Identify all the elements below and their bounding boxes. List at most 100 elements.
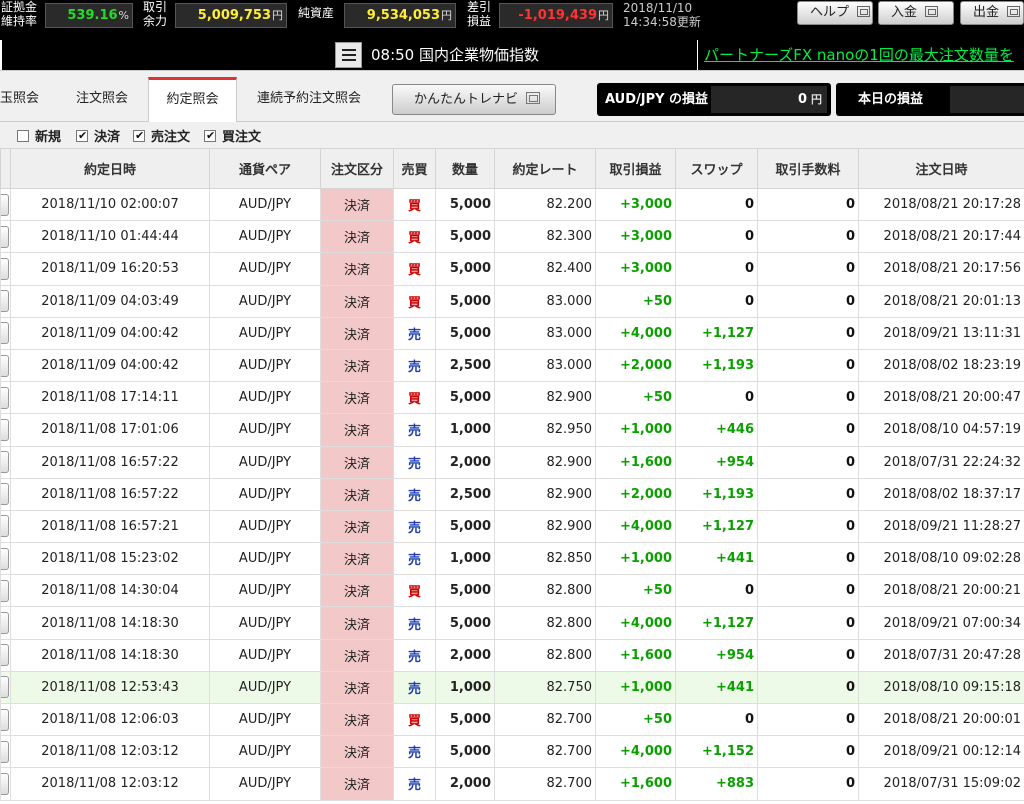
table-row[interactable]: 2018/11/08 17:14:11 AUD/JPY 決済買 5,000 82.900… — [0, 381, 1024, 415]
tab-executions[interactable]: 約定照会 — [148, 77, 237, 122]
row-detail-button[interactable] — [1, 740, 9, 763]
checkbox-sell-order[interactable] — [133, 128, 145, 144]
col-order-time[interactable]: 注文日時 — [858, 148, 1024, 189]
col-fee[interactable]: 取引手数料 — [757, 148, 859, 189]
table-row[interactable]: 2018/11/08 12:03:12 AUD/JPY 決済売 5,000 82.700… — [0, 735, 1024, 769]
table-row[interactable]: 2018/11/08 12:53:43 AUD/JPY 決済売 1,000 82.750… — [0, 670, 1024, 705]
filter-new[interactable]: 新規 — [17, 130, 61, 146]
filter-sell-order[interactable]: 売注文 — [133, 128, 190, 146]
pnl-cell: +1,000 — [595, 670, 676, 705]
row-detail-button[interactable] — [1, 418, 9, 441]
row-detail-button[interactable] — [1, 547, 9, 570]
rate-cell: 82.700 — [494, 767, 596, 801]
table-row[interactable]: 2018/11/08 16:57:22 AUD/JPY 決済売 2,000 82.900… — [0, 445, 1024, 479]
row-detail-button[interactable] — [1, 257, 9, 280]
order-time-cell: 2018/08/10 09:02:28 — [858, 542, 1024, 576]
row-detail-button[interactable] — [1, 193, 9, 216]
table-row[interactable]: 2018/11/08 14:18:30 AUD/JPY 決済売 5,000 82.800… — [0, 606, 1024, 640]
col-swap[interactable]: スワップ — [675, 148, 758, 189]
exec-time-cell: 2018/11/09 04:00:42 — [10, 348, 210, 383]
pair-cell: AUD/JPY — [209, 735, 321, 769]
side-cell: 買 — [393, 284, 436, 318]
table-row[interactable]: 2018/11/08 12:06:03 AUD/JPY 決済買 5,000 82.700… — [0, 702, 1024, 737]
order-time-cell: 2018/09/21 13:11:31 — [858, 316, 1024, 350]
table-row[interactable]: 2018/11/09 04:00:42 AUD/JPY 決済売 5,000 83.000… — [0, 316, 1024, 350]
table-row[interactable]: 2018/11/10 01:44:44 AUD/JPY 決済買 5,000 82.300… — [0, 220, 1024, 254]
pair-pnl-unit: 円 — [811, 93, 822, 106]
col-quantity[interactable]: 数量 — [435, 148, 495, 189]
col-rate[interactable]: 約定レート — [494, 148, 596, 189]
help-button[interactable]: ヘルプ — [797, 1, 873, 25]
swap-cell: 0 — [675, 284, 758, 318]
checkbox-buy-order[interactable] — [204, 128, 216, 144]
quantity-cell: 5,000 — [435, 220, 495, 254]
pnl-cell: +4,000 — [595, 735, 676, 769]
easy-trade-navi-button[interactable]: かんたんトレナビ — [392, 84, 556, 115]
pnl-cell: +50 — [595, 574, 676, 608]
row-detail-button[interactable] — [1, 322, 9, 345]
deposit-button[interactable]: 入金 — [878, 1, 954, 25]
table-row[interactable]: 2018/11/08 14:18:30 AUD/JPY 決済売 2,000 82.800… — [0, 638, 1024, 672]
exec-time-cell: 2018/11/08 16:57:21 — [10, 509, 210, 544]
news-list-button[interactable] — [335, 42, 362, 68]
quantity-cell: 2,500 — [435, 348, 495, 383]
table-row[interactable]: 2018/11/08 16:57:21 AUD/JPY 決済売 5,000 82.900… — [0, 509, 1024, 544]
quantity-cell: 2,500 — [435, 477, 495, 511]
rate-cell: 82.800 — [494, 606, 596, 640]
order-kind-cell: 決済 — [320, 542, 394, 576]
filter-settlement[interactable]: 決済 — [76, 128, 120, 146]
side-cell: 買 — [393, 187, 436, 222]
col-side[interactable]: 売買 — [393, 148, 436, 189]
news-headline[interactable]: 08:50 国内企業物価指数 — [371, 40, 539, 70]
row-detail-button[interactable] — [1, 676, 9, 699]
exec-time-cell: 2018/11/09 04:03:49 — [10, 284, 210, 318]
table-row[interactable]: 2018/11/09 16:20:53 AUD/JPY 決済買 5,000 82.400… — [0, 252, 1024, 286]
table-row[interactable]: 2018/11/09 04:03:49 AUD/JPY 決済買 5,000 83.000… — [0, 284, 1024, 318]
row-detail-button[interactable] — [1, 612, 9, 635]
checkbox-settlement[interactable] — [76, 128, 88, 144]
table-row[interactable]: 2018/11/10 02:00:07 AUD/JPY 決済買 5,000 82.200… — [0, 187, 1024, 222]
tab-sequential-orders[interactable]: 連続予約注文照会 — [246, 77, 372, 121]
table-row[interactable]: 2018/11/08 12:03:12 AUD/JPY 決済売 2,000 82.700… — [0, 767, 1024, 801]
row-detail-button[interactable] — [1, 386, 9, 409]
row-detail-button[interactable] — [1, 290, 9, 313]
rate-cell: 82.900 — [494, 445, 596, 479]
row-detail-button[interactable] — [1, 451, 9, 474]
pair-cell: AUD/JPY — [209, 220, 321, 254]
table-row[interactable]: 2018/11/08 17:01:06 AUD/JPY 決済売 1,000 82.950… — [0, 413, 1024, 447]
table-row[interactable]: 2018/11/09 04:00:42 AUD/JPY 決済売 2,500 83.000… — [0, 348, 1024, 383]
row-detail-button[interactable] — [1, 354, 9, 377]
filter-buy-order[interactable]: 買注文 — [204, 128, 261, 146]
table-row[interactable]: 2018/11/08 16:57:22 AUD/JPY 決済売 2,500 82.900… — [0, 477, 1024, 511]
table-row[interactable]: 2018/11/08 14:30:04 AUD/JPY 決済買 5,000 82.800… — [0, 574, 1024, 608]
row-detail-button[interactable] — [1, 515, 9, 538]
tab-positions[interactable]: 玉照会 — [0, 77, 42, 121]
col-order-kind[interactable]: 注文区分 — [320, 148, 394, 189]
swap-cell: 0 — [675, 702, 758, 737]
news-ticker-link[interactable]: パートナーズFX nanoの1回の最大注文数量を — [697, 40, 1024, 70]
row-detail-button[interactable] — [1, 579, 9, 602]
rate-cell: 82.300 — [494, 220, 596, 254]
table-body: 2018/11/10 02:00:07 AUD/JPY 決済買 5,000 82.200… — [0, 187, 1024, 801]
row-detail-button[interactable] — [1, 708, 9, 731]
col-pnl[interactable]: 取引損益 — [595, 148, 676, 189]
deposit-button-label: 入金 — [891, 5, 918, 20]
row-detail-button[interactable] — [1, 225, 9, 248]
row-detail-button[interactable] — [1, 772, 9, 795]
order-kind-cell: 決済 — [320, 252, 394, 286]
row-detail-button[interactable] — [1, 644, 9, 667]
withdraw-button[interactable]: 出金 — [960, 1, 1024, 25]
checkbox-new[interactable] — [17, 130, 29, 142]
table-row[interactable]: 2018/11/08 15:23:02 AUD/JPY 決済売 1,000 82.850… — [0, 542, 1024, 576]
pair-cell: AUD/JPY — [209, 574, 321, 608]
order-time-cell: 2018/08/02 18:23:19 — [858, 348, 1024, 383]
col-exec-time[interactable]: 約定日時 — [10, 148, 210, 189]
fee-cell: 0 — [757, 348, 859, 383]
row-detail-button[interactable] — [1, 483, 9, 506]
col-pair[interactable]: 通貨ペア — [209, 148, 321, 189]
order-time-cell: 2018/08/21 20:00:01 — [858, 702, 1024, 737]
tab-orders[interactable]: 注文照会 — [58, 77, 146, 121]
order-time-cell: 2018/08/21 20:01:13 — [858, 284, 1024, 318]
news-box: 08:50 国内企業物価指数 パートナーズFX nanoの1回の最大注文数量を — [2, 40, 1024, 70]
order-time-cell: 2018/09/21 00:12:14 — [858, 735, 1024, 769]
